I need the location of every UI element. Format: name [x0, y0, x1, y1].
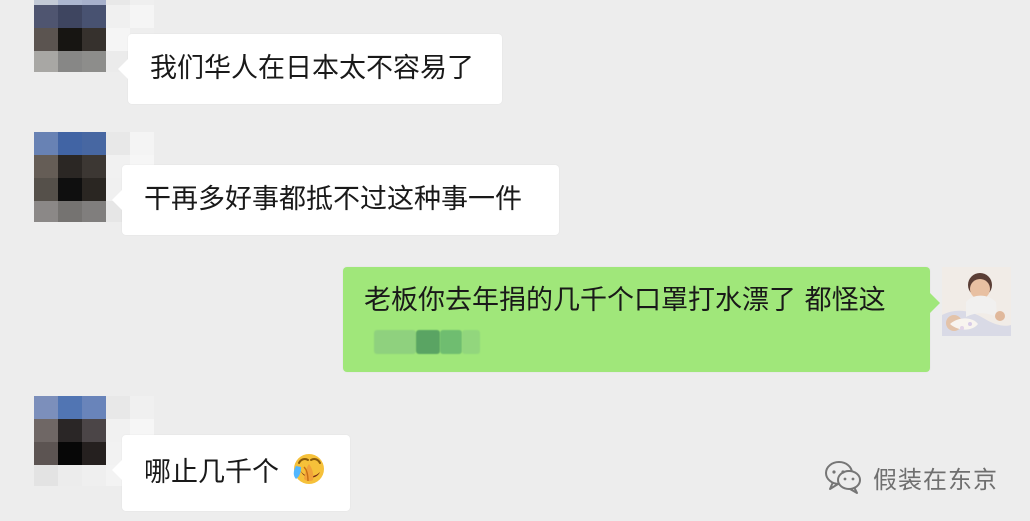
redacted-block	[462, 330, 480, 354]
incoming-message-text-3: 哪止几千个	[144, 457, 279, 488]
redacted-block	[416, 330, 440, 354]
incoming-message-text-2: 干再多好事都抵不过这种事一件	[144, 184, 522, 215]
chat-screenshot: 我们华人在日本太不容易了 干再多好事都抵不过这种事一件 老板你去年捐的几千个口罩…	[0, 0, 1030, 521]
redacted-block	[374, 330, 416, 354]
baby-photo-avatar-icon	[942, 267, 1011, 336]
incoming-message-bubble-3[interactable]: 哪止几千个	[112, 435, 350, 511]
face-palm-emoji-icon	[292, 452, 326, 486]
redacted-block	[440, 330, 462, 354]
redacted-text-blocks	[364, 320, 908, 358]
outgoing-message-text: 老板你去年捐的几千个口罩打水漂了 都怪这	[364, 285, 886, 316]
outgoing-message-bubble[interactable]: 老板你去年捐的几千个口罩打水漂了 都怪这	[343, 267, 940, 372]
wechat-official-account-icon	[823, 458, 863, 496]
incoming-message-bubble-2[interactable]: 干再多好事都抵不过这种事一件	[112, 165, 559, 235]
incoming-message-bubble-1[interactable]: 我们华人在日本太不容易了	[118, 34, 502, 104]
wechat-watermark: 假装在东京	[823, 457, 998, 497]
watermark-text: 假装在东京	[873, 465, 998, 494]
outgoing-avatar[interactable]	[942, 267, 1011, 336]
incoming-message-text-1: 我们华人在日本太不容易了	[150, 53, 474, 84]
